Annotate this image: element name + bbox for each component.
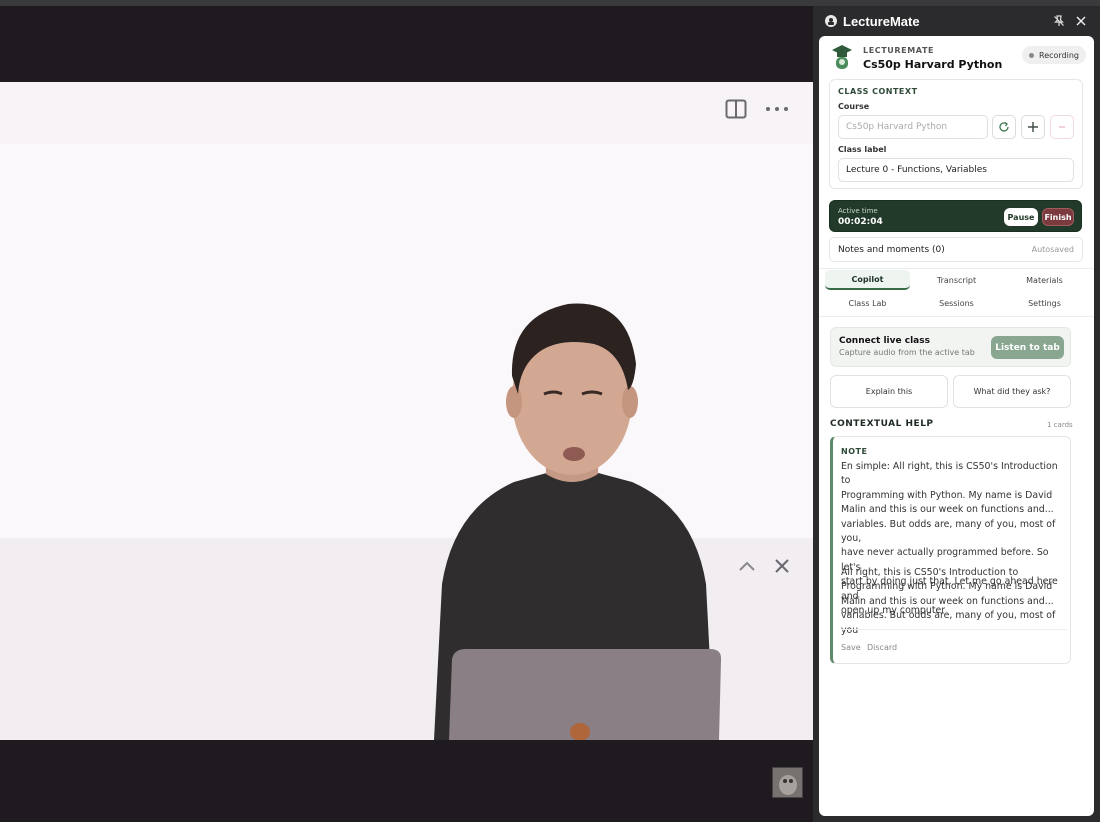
close-icon[interactable] — [771, 555, 793, 577]
brand-label: LECTUREMATE — [863, 46, 935, 55]
autosave-status: Autosaved — [1031, 245, 1074, 254]
pin-off-icon[interactable] — [1048, 10, 1070, 32]
refresh-icon[interactable] — [992, 115, 1016, 139]
class-context-section: CLASS CONTEXT Course Cs50p Harvard Pytho… — [829, 79, 1083, 189]
connect-live-class: Connect live class Capture audio from th… — [830, 327, 1071, 367]
explain-this-button[interactable]: Explain this — [830, 375, 948, 408]
notes-title: Notes and moments (0) — [838, 244, 945, 255]
panel-title: LectureMate — [843, 13, 920, 29]
lecturemate-card: LECTUREMATE Cs50p Harvard Python Recordi… — [819, 36, 1094, 816]
card-text-line: variables. But odds are, many of you, mo… — [841, 518, 1056, 545]
help-card: NOTE En simple: All right, this is CS50'… — [830, 436, 1071, 664]
course-title: Cs50p Harvard Python — [863, 58, 1003, 71]
what-did-they-ask-button[interactable]: What did they ask? — [953, 375, 1071, 408]
thumbnail-image[interactable] — [772, 767, 803, 798]
discard-button[interactable]: Discard — [867, 643, 897, 652]
panel-title-bar: LectureMate — [813, 6, 1100, 36]
add-icon[interactable] — [1021, 115, 1045, 139]
app-logo-icon — [825, 15, 837, 27]
card-paragraph-2: All right, this is CS50's Introduction t… — [841, 566, 1067, 638]
video-player[interactable] — [0, 6, 813, 822]
tab-sessions[interactable]: Sessions — [914, 293, 999, 313]
status-dot-icon — [1029, 52, 1034, 58]
video-toolbar — [0, 82, 813, 144]
side-panel: LectureMate LECTUREMATE Cs50p Harvard Py… — [813, 6, 1100, 822]
lecturer-video-frame — [434, 303, 722, 740]
tab-settings[interactable]: Settings — [1002, 293, 1087, 313]
card-text-line: Malin and this is our week on functions … — [841, 504, 1054, 516]
connect-subtitle: Capture audio from the active tab — [839, 348, 975, 357]
close-panel-icon[interactable] — [1070, 10, 1092, 32]
card-text-line: All right, this is CS50's Introduction t… — [841, 567, 1019, 578]
tab-copilot[interactable]: Copilot — [825, 270, 910, 290]
video-bottom-bar — [0, 740, 813, 822]
tab-transcript[interactable]: Transcript — [914, 270, 999, 290]
status-badge: Recording — [1022, 46, 1087, 64]
tab-materials[interactable]: Materials — [1002, 270, 1087, 290]
card-text-line: Programming with Python. My name is Davi… — [841, 581, 1053, 593]
section-title: CLASS CONTEXT — [838, 87, 918, 96]
card-text-line: variables. But odds are, many of you, mo… — [841, 610, 1056, 636]
tabs-divider-bottom — [819, 316, 1094, 317]
card-divider — [841, 629, 1067, 630]
connect-title: Connect live class — [839, 336, 930, 346]
notes-and-moments[interactable]: Notes and moments (0) Autosaved — [829, 237, 1083, 262]
pause-button[interactable]: Pause — [1004, 208, 1038, 226]
card-text-line: En simple: All right, this is CS50's Int… — [841, 461, 1058, 487]
class-label-input[interactable]: Lecture 0 - Functions, Variables — [838, 158, 1074, 182]
card-text-line: Malin and this is our week on functions … — [841, 595, 1054, 607]
card-kind-label: NOTE — [841, 447, 868, 456]
active-time-label: Active time — [838, 207, 878, 215]
listen-to-tab-button[interactable]: Listen to tab — [991, 336, 1064, 359]
card-text-line: Programming with Python. My name is Davi… — [841, 489, 1053, 501]
remove-icon[interactable] — [1050, 115, 1074, 139]
course-input[interactable]: Cs50p Harvard Python — [838, 115, 988, 139]
cards-count: 1 cards — [1047, 421, 1073, 429]
class-label-label: Class label — [838, 145, 887, 154]
contextual-help-title: CONTEXTUAL HELP — [830, 419, 934, 429]
save-button[interactable]: Save — [841, 643, 861, 652]
course-label: Course — [838, 102, 870, 111]
more-options-icon[interactable] — [762, 98, 792, 120]
tabs-divider — [819, 268, 1094, 269]
tab-class-lab[interactable]: Class Lab — [825, 293, 910, 313]
screen: LectureMate LECTUREMATE Cs50p Harvard Py… — [0, 0, 1100, 822]
graduation-cap-icon — [832, 45, 852, 69]
split-view-icon[interactable] — [723, 97, 749, 121]
finish-button[interactable]: Finish — [1042, 208, 1074, 226]
active-time-bar: Active time 00:02:04 Pause Finish — [829, 200, 1082, 232]
active-time-value: 00:02:04 — [838, 217, 883, 227]
status-text: Recording — [1039, 50, 1080, 60]
card-header: LECTUREMATE Cs50p Harvard Python Recordi… — [819, 36, 1094, 78]
